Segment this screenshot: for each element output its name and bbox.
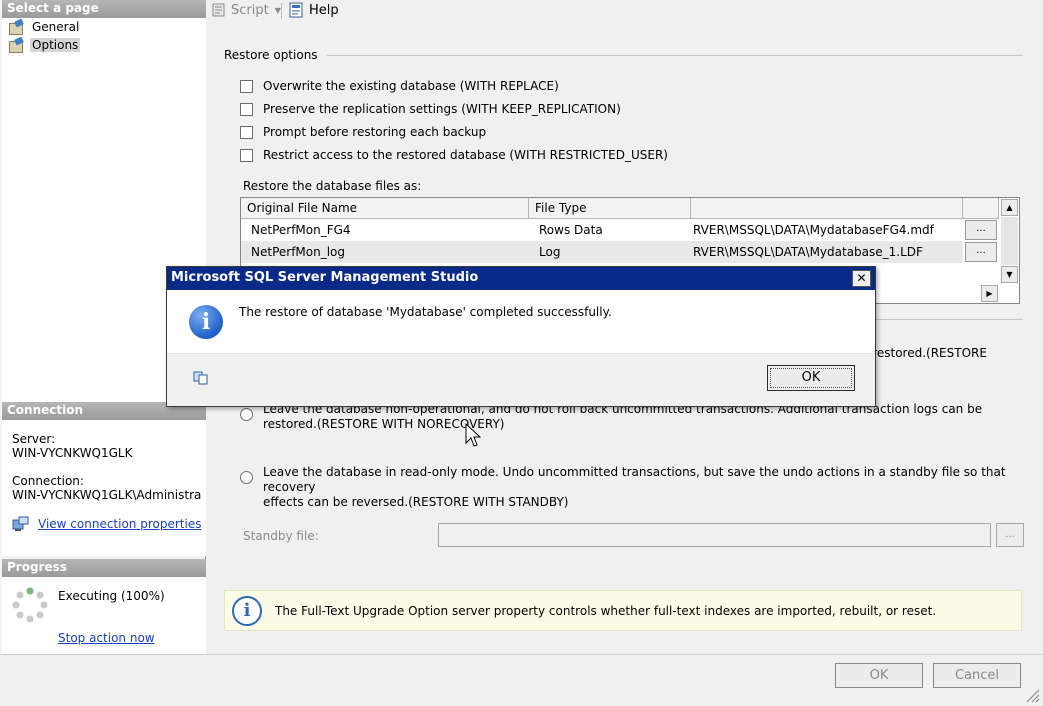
dialog-ok-button[interactable]: OK	[767, 365, 855, 391]
view-connection-properties-link[interactable]: View connection properties	[38, 517, 201, 531]
standby-file-input[interactable]	[438, 523, 991, 547]
view-connection-properties[interactable]: View connection properties	[12, 516, 201, 532]
stop-action-link[interactable]: Stop action now	[58, 631, 155, 645]
progress-status: Executing (100%)	[58, 589, 165, 603]
preserve-replication-checkbox-row[interactable]: Preserve the replication settings (WITH …	[240, 102, 621, 116]
ok-button[interactable]: OK	[835, 663, 923, 688]
vertical-scrollbar[interactable]	[1001, 217, 1018, 265]
select-page-header: Select a page	[2, 0, 206, 18]
connection-value: WIN-VYCNKWQ1GLK\Administra	[12, 488, 202, 502]
chevron-down-icon[interactable]: ▼	[275, 6, 281, 15]
radio-label: effects can be reversed.(RESTORE WITH ST…	[263, 495, 569, 509]
overwrite-checkbox[interactable]	[240, 79, 253, 93]
standby-radio-row[interactable]: Leave the database in read-only mode. Un…	[240, 465, 1043, 510]
restore-files-label: Restore the database files as:	[243, 179, 422, 193]
checkbox-label: Overwrite the existing database (WITH RE…	[263, 79, 559, 93]
script-button[interactable]: Script ▼	[211, 2, 281, 18]
browse-file-button[interactable]: ...	[965, 220, 997, 240]
help-button[interactable]: Help	[289, 2, 339, 18]
copy-icon[interactable]	[193, 369, 209, 385]
dialog-title: Microsoft SQL Server Management Studio	[171, 270, 479, 285]
standby-radio[interactable]	[240, 471, 253, 484]
checkbox-label: Restrict access to the restored database…	[263, 148, 668, 162]
standby-file-label: Standby file:	[243, 529, 319, 543]
help-label: Help	[309, 2, 339, 18]
dialog-message: The restore of database 'Mydatabase' com…	[239, 305, 612, 319]
help-icon	[289, 2, 303, 18]
properties-icon	[12, 516, 29, 531]
table-cell-file-name[interactable]: NetPerfMon_log	[241, 241, 529, 263]
close-icon[interactable]: ✕	[852, 270, 871, 287]
prompt-before-restore-checkbox-row[interactable]: Prompt before restoring each backup	[240, 125, 486, 139]
table-cell-file-type[interactable]: Rows Data	[529, 219, 691, 241]
progress-panel: Executing (100%) Stop action now	[2, 577, 206, 654]
cancel-button[interactable]: Cancel	[933, 663, 1021, 688]
server-value: WIN-VYCNKWQ1GLK	[12, 446, 133, 460]
scroll-down-arrow-icon[interactable]: ▼	[1001, 266, 1018, 283]
toolbar-separator	[281, 3, 282, 19]
recovery-option-partial: e restored.(RESTORE	[861, 346, 987, 360]
radio-label: restored.(RESTORE WITH NORECOVERY)	[263, 417, 505, 431]
group-divider	[327, 55, 1023, 56]
checkbox-label: Preserve the replication settings (WITH …	[263, 102, 621, 116]
server-label: Server:	[12, 432, 56, 446]
progress-header: Progress	[2, 559, 206, 577]
restrict-access-checkbox[interactable]	[240, 148, 253, 162]
page-item-options[interactable]: Options	[8, 36, 81, 54]
browse-file-button[interactable]: ...	[965, 242, 997, 262]
standby-browse-button[interactable]: ...	[996, 523, 1024, 547]
table-cell-file-name[interactable]: NetPerfMon_FG4	[241, 219, 529, 241]
radio-label: Leave the database in read-only mode. Un…	[263, 465, 1006, 494]
page-item-label: General	[32, 20, 80, 34]
resize-grip-icon[interactable]	[1024, 687, 1040, 703]
page-item-label: Options	[30, 38, 81, 52]
information-icon: i	[189, 305, 223, 339]
prompt-before-restore-checkbox[interactable]	[240, 125, 253, 139]
page-item-general[interactable]: General	[8, 18, 81, 36]
column-header-original-file-name[interactable]: Original File Name	[241, 198, 529, 219]
restore-options-title: Restore options	[224, 48, 318, 62]
toolbar: Script ▼ Help	[207, 0, 1043, 22]
dialog-titlebar[interactable]: Microsoft SQL Server Management Studio	[167, 267, 875, 290]
column-header-browse	[963, 198, 999, 219]
scroll-up-arrow-icon[interactable]: ▲	[1001, 199, 1018, 216]
checkbox-label: Prompt before restoring each backup	[263, 125, 487, 139]
script-label: Script	[231, 2, 269, 18]
restrict-access-checkbox-row[interactable]: Restrict access to the restored database…	[240, 148, 668, 162]
mouse-cursor-icon	[465, 423, 481, 447]
scroll-right-arrow-icon[interactable]: ▶	[981, 285, 998, 302]
connection-label: Connection:	[12, 474, 84, 488]
table-cell-restore-as[interactable]: RVER\MSSQL\DATA\MydatabaseFG4.mdf	[691, 219, 963, 241]
page-icon	[8, 20, 24, 35]
connection-panel: Server: WIN-VYCNKWQ1GLK Connection: WIN-…	[2, 420, 206, 556]
dialog-body: i The restore of database 'Mydatabase' c…	[167, 290, 875, 354]
overwrite-checkbox-row[interactable]: Overwrite the existing database (WITH RE…	[240, 79, 559, 93]
page-icon	[8, 38, 24, 53]
spinner-icon	[12, 587, 48, 623]
table-cell-restore-as[interactable]: RVER\MSSQL\DATA\Mydatabase_1.LDF	[691, 241, 963, 263]
info-bar: i The Full-Text Upgrade Option server pr…	[224, 590, 1022, 631]
info-text: The Full-Text Upgrade Option server prop…	[275, 603, 937, 618]
preserve-replication-checkbox[interactable]	[240, 102, 253, 116]
norecovery-radio[interactable]	[240, 408, 253, 421]
message-dialog: Microsoft SQL Server Management Studio ✕…	[166, 266, 876, 407]
script-icon	[212, 3, 225, 17]
column-header-restore-as[interactable]	[691, 198, 963, 219]
column-header-file-type[interactable]: File Type	[529, 198, 691, 219]
info-icon: i	[232, 595, 262, 626]
table-cell-file-type[interactable]: Log	[529, 241, 691, 263]
